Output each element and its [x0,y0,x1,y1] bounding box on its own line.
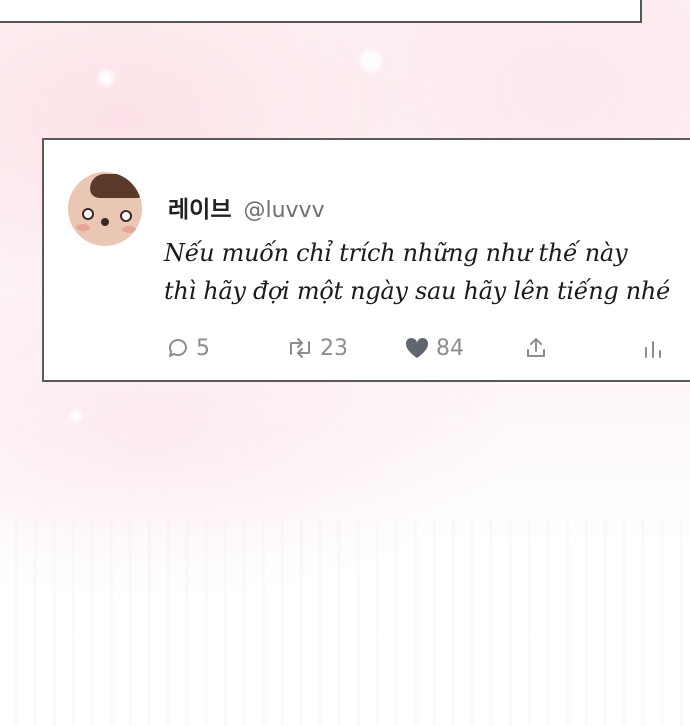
user-handle[interactable]: @luvvv [243,198,324,223]
previous-panel-edge [0,0,642,23]
tweet-actions: 5 23 84 [164,332,684,364]
avatar-blush [76,224,90,231]
tweet-text-line: thì hãy đợi một ngày sau hãy lên tiếng n… [164,277,670,305]
retweet-count: 23 [320,335,348,361]
reply-bubble-icon [166,336,190,360]
analytics-bars-icon [642,336,664,360]
avatar-hair [90,174,142,198]
display-name[interactable]: 레이브 [168,190,231,224]
retweet-icon [286,336,314,360]
reply-count: 5 [196,335,210,361]
retweet-button[interactable]: 23 [286,332,348,364]
author-row: 레이브 @luvvv [168,190,325,224]
avatar[interactable] [68,172,142,246]
like-count: 84 [436,335,464,361]
tweet-text-line: Nếu muốn chỉ trích những như thế này [164,239,628,267]
avatar-mouth [101,218,109,226]
background-streaks [0,520,690,726]
share-upload-icon [524,336,548,360]
analytics-button[interactable] [642,332,664,364]
avatar-blush [122,226,136,233]
heart-icon [404,336,430,360]
share-button[interactable] [524,332,548,364]
background-sparkle [98,70,114,86]
avatar-left-eye [82,208,94,220]
tweet-card[interactable]: 레이브 @luvvv Nếu muốn chỉ trích những như … [42,138,690,382]
background-sparkle [70,410,82,422]
like-button[interactable]: 84 [404,332,464,364]
tweet-text: Nếu muốn chỉ trích những như thế này thì… [164,234,690,310]
reply-button[interactable]: 5 [166,332,210,364]
background-sparkle [360,50,382,72]
avatar-right-eye [120,210,132,222]
